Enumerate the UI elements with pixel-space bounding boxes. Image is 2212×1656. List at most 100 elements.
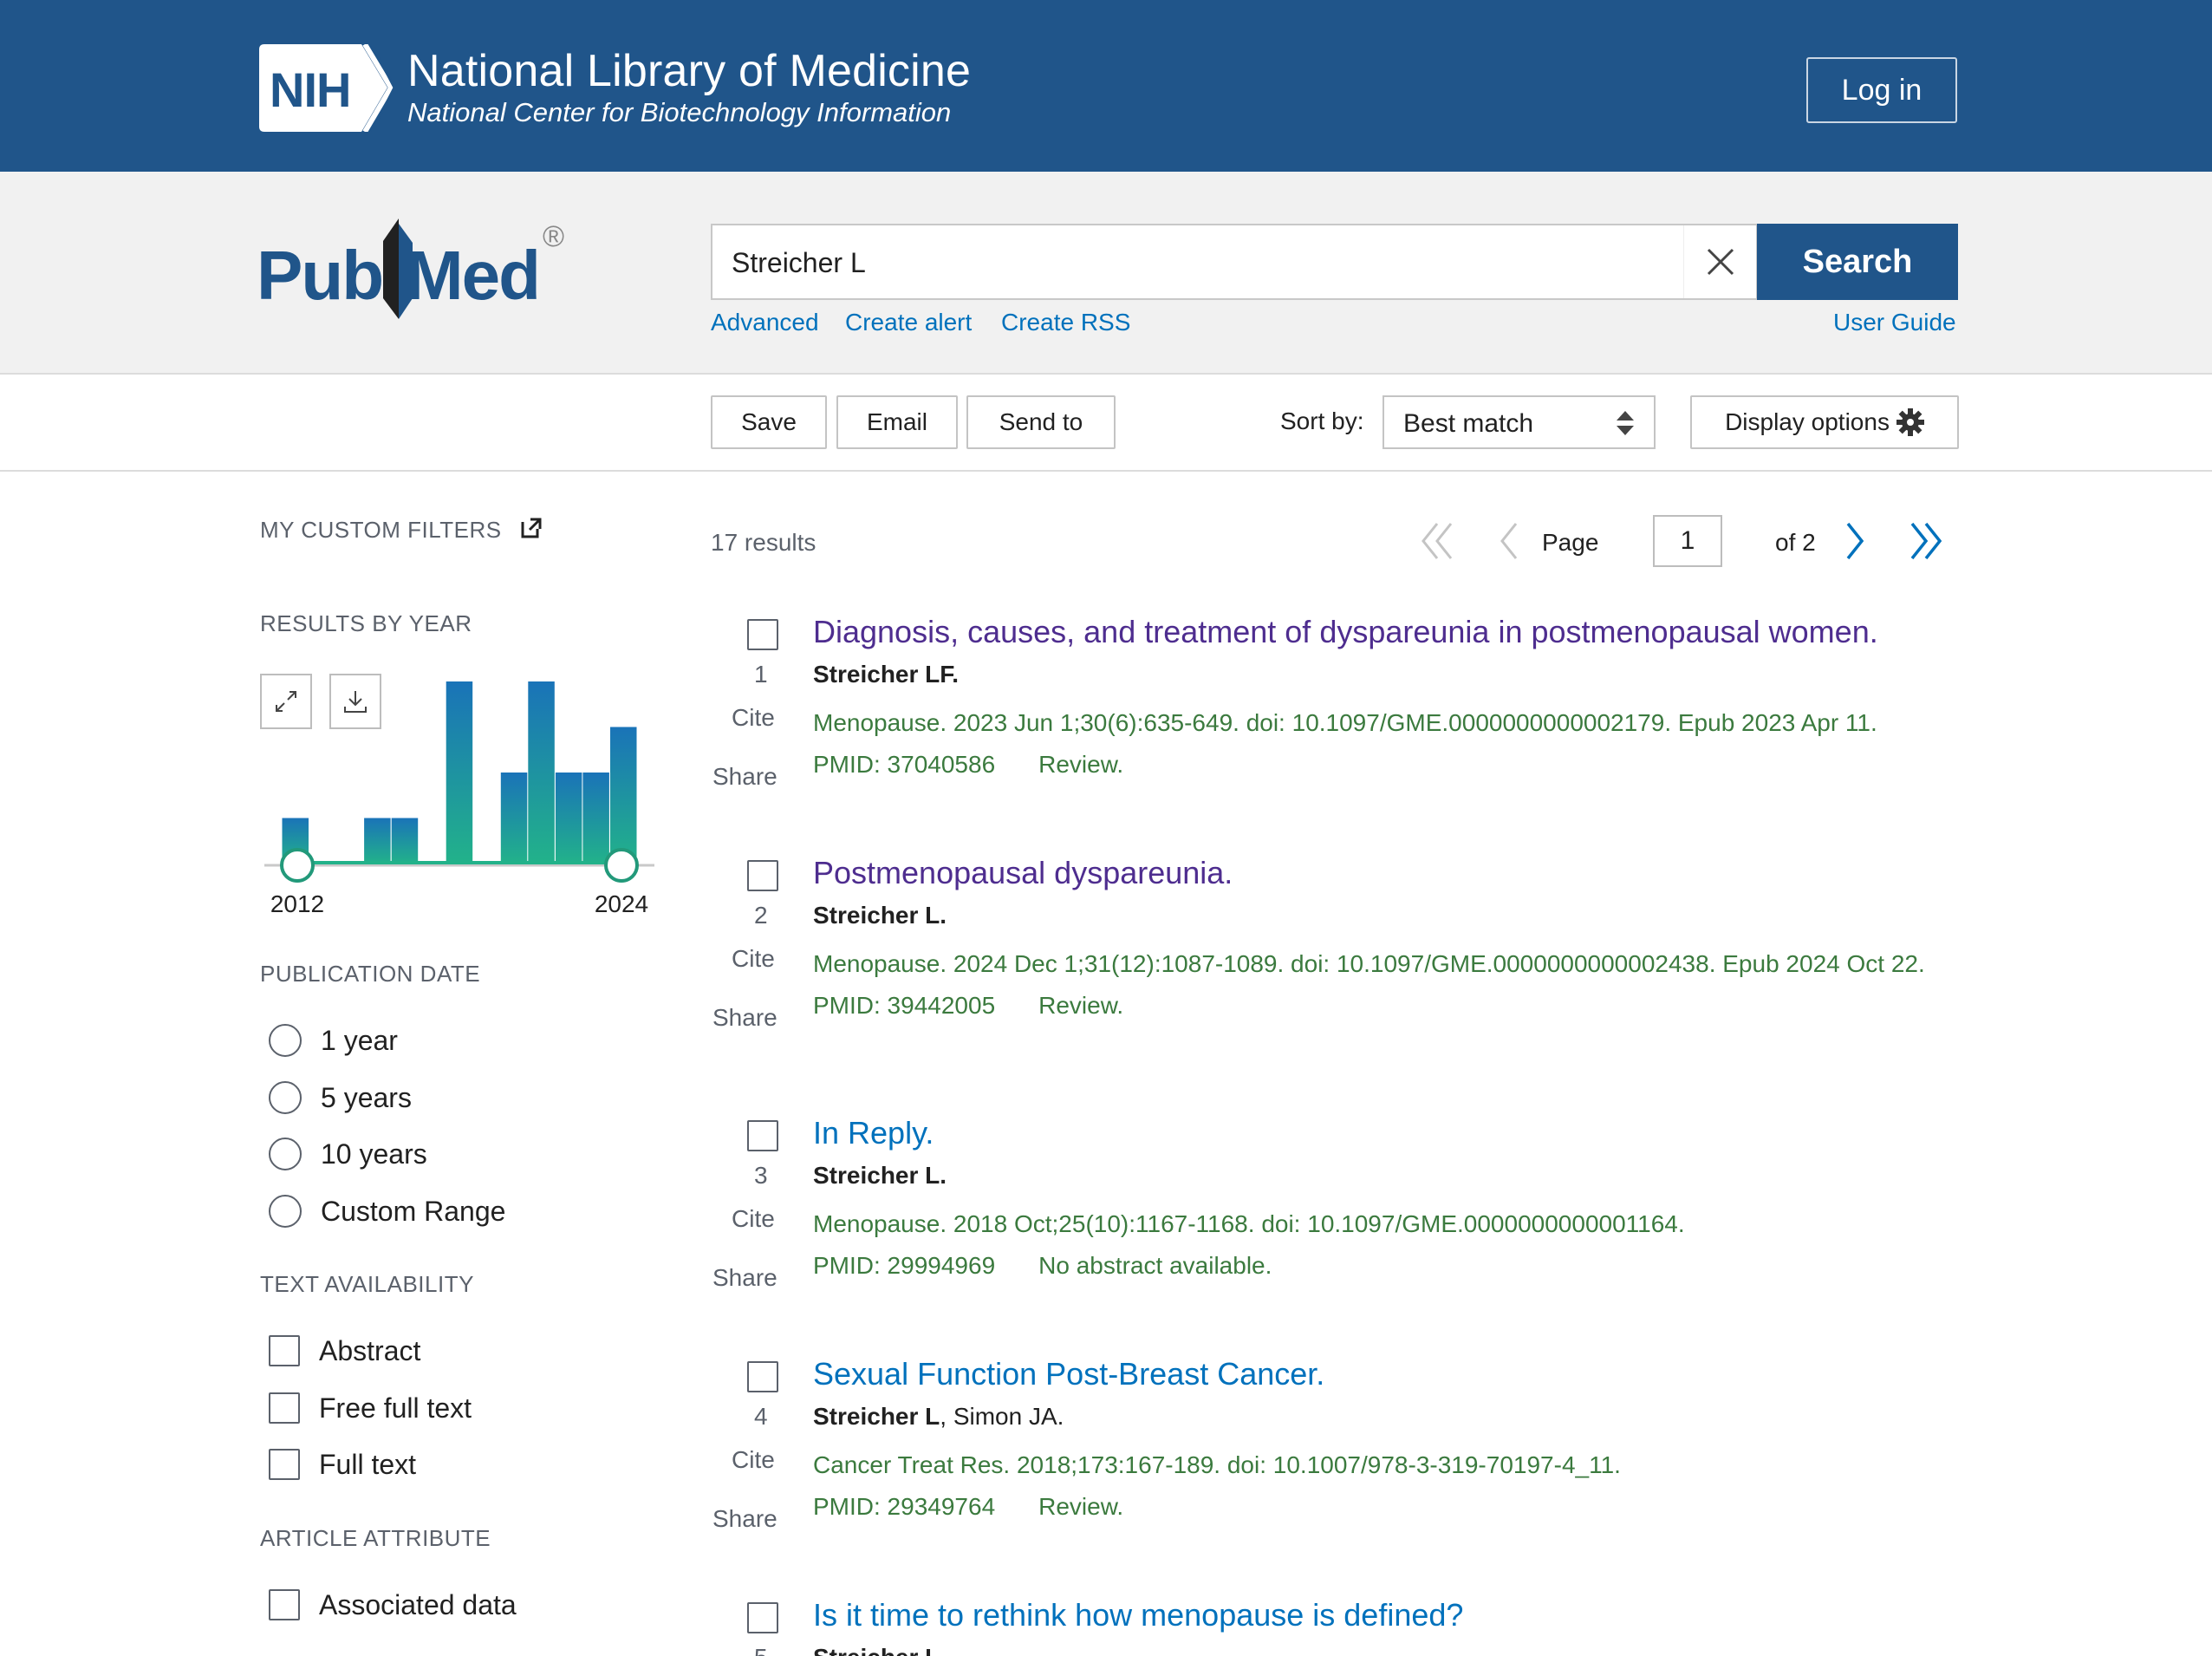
next-page-icon[interactable] <box>1834 517 1877 565</box>
filter-label: 10 years <box>321 1138 427 1170</box>
checkbox-abstract[interactable] <box>269 1335 300 1366</box>
create-alert-link[interactable]: Create alert <box>845 309 972 336</box>
author-highlight: Streicher L. <box>813 902 947 929</box>
radio-custom-range[interactable] <box>269 1195 302 1228</box>
result-citation-block: Menopause. 2018 Oct;25(10):1167-1168. do… <box>813 1203 1966 1287</box>
result-type: Review. <box>1038 751 1124 778</box>
login-button[interactable]: Log in <box>1806 57 1957 123</box>
result-type: Review. <box>1038 992 1124 1019</box>
external-link-icon <box>521 518 542 538</box>
pubmed-logo-med: Med <box>406 237 541 314</box>
advanced-search-link[interactable]: Advanced <box>711 309 819 336</box>
timeline-bar[interactable] <box>364 818 391 864</box>
share-button[interactable]: Share <box>712 763 777 791</box>
filter-custom-range[interactable]: Custom Range <box>269 1192 505 1230</box>
radio-1-year[interactable] <box>269 1024 302 1057</box>
author-highlight: Streicher L <box>813 1403 940 1430</box>
save-button[interactable]: Save <box>711 395 827 449</box>
result-number: 2 <box>754 902 768 929</box>
clear-search-button[interactable] <box>1683 225 1757 298</box>
create-rss-link[interactable]: Create RSS <box>1001 309 1130 336</box>
cite-button[interactable]: Cite <box>732 1446 775 1474</box>
search-button[interactable]: Search <box>1757 224 1958 300</box>
page-label: Page <box>1542 529 1599 556</box>
timeline-start-handle[interactable] <box>280 848 315 883</box>
user-guide-link[interactable]: User Guide <box>1833 309 1956 336</box>
author-highlight: Streicher L. <box>813 1644 947 1656</box>
result-checkbox[interactable] <box>747 860 778 891</box>
filter-abstract[interactable]: Abstract <box>269 1332 420 1370</box>
timeline-bar[interactable] <box>582 773 609 864</box>
text-availability-heading: TEXT AVAILABILITY <box>260 1271 474 1297</box>
page-total: of 2 <box>1775 529 1816 556</box>
checkbox-full-text[interactable] <box>269 1449 300 1480</box>
result-authors: Streicher L, Simon JA. <box>813 1403 1064 1431</box>
cite-button[interactable]: Cite <box>732 1205 775 1233</box>
first-page-icon[interactable] <box>1416 517 1460 565</box>
checkbox-free-full-text[interactable] <box>269 1392 300 1424</box>
result-title-link[interactable]: Sexual Function Post-Breast Cancer. <box>813 1356 1324 1392</box>
cite-button[interactable]: Cite <box>732 704 775 732</box>
radio-10-years[interactable] <box>269 1138 302 1170</box>
filter-full-text[interactable]: Full text <box>269 1445 416 1483</box>
last-page-icon[interactable] <box>1903 517 1947 565</box>
result-pmid: PMID: 29994969 <box>813 1252 996 1279</box>
filter-10-years[interactable]: 10 years <box>269 1135 427 1173</box>
timeline-bar[interactable] <box>446 681 473 864</box>
filter-5-years[interactable]: 5 years <box>269 1079 412 1117</box>
radio-5-years[interactable] <box>269 1081 302 1114</box>
share-button[interactable]: Share <box>712 1264 777 1292</box>
result-citation: Menopause. 2024 Dec 1;31(12):1087-1089. … <box>813 950 1925 977</box>
timeline-bar[interactable] <box>500 773 528 864</box>
result-citation: Menopause. 2023 Jun 1;30(6):635-649. doi… <box>813 709 1877 736</box>
result-citation: Menopause. 2018 Oct;25(10):1167-1168. do… <box>813 1210 1685 1237</box>
email-button[interactable]: Email <box>836 395 958 449</box>
timeline-end-handle[interactable] <box>604 848 639 883</box>
filter-associated-data[interactable]: Associated data <box>269 1586 517 1624</box>
result-title-link[interactable]: In Reply. <box>813 1115 934 1151</box>
share-button[interactable]: Share <box>712 1004 777 1032</box>
search-result: 4 Cite Share Sexual Function Post-Breast… <box>711 1356 1959 1552</box>
page-number-input[interactable] <box>1653 515 1722 567</box>
search-result: 2 Cite Share Postmenopausal dyspareunia.… <box>711 855 1959 1077</box>
result-checkbox[interactable] <box>747 619 778 650</box>
timeline-bar[interactable] <box>391 818 419 864</box>
author-highlight: Streicher LF. <box>813 661 960 688</box>
author-rest: , Simon JA. <box>940 1403 1064 1430</box>
result-citation-block: Menopause. 2023 Jun 1;30(6):635-649. doi… <box>813 702 1966 786</box>
result-type: No abstract available. <box>1038 1252 1272 1279</box>
results-count: 17 results <box>711 529 816 556</box>
filter-free-full-text[interactable]: Free full text <box>269 1389 472 1427</box>
publication-date-heading: PUBLICATION DATE <box>260 961 481 987</box>
timeline-bar[interactable] <box>528 681 555 864</box>
result-authors: Streicher LF. <box>813 661 959 688</box>
result-title-link[interactable]: Postmenopausal dyspareunia. <box>813 855 1233 891</box>
result-number: 1 <box>754 661 768 688</box>
result-title-link[interactable]: Diagnosis, causes, and treatment of dysp… <box>813 614 1878 650</box>
my-custom-filters-label: MY CUSTOM FILTERS <box>260 517 502 543</box>
result-checkbox[interactable] <box>747 1361 778 1392</box>
result-number: 5 <box>754 1644 768 1656</box>
previous-page-icon[interactable] <box>1487 517 1530 565</box>
filter-label: Custom Range <box>321 1195 506 1227</box>
results-by-year-chart[interactable]: 2012 2024 <box>260 676 659 928</box>
filter-1-year[interactable]: 1 year <box>269 1021 398 1059</box>
checkbox-associated-data[interactable] <box>269 1589 300 1620</box>
my-custom-filters-heading[interactable]: MY CUSTOM FILTERS <box>260 517 543 544</box>
result-title-link[interactable]: Is it time to rethink how menopause is d… <box>813 1602 1463 1633</box>
timeline-bar[interactable] <box>555 773 582 864</box>
nih-logo[interactable]: NIH <box>259 42 396 134</box>
timeline-bar[interactable] <box>610 727 637 864</box>
sort-select[interactable]: Best match <box>1382 395 1656 449</box>
send-to-button[interactable]: Send to <box>966 395 1116 449</box>
result-citation-block: Cancer Treat Res. 2018;173:167-189. doi:… <box>813 1444 1966 1528</box>
timeline-start-year: 2012 <box>270 890 324 917</box>
cite-button[interactable]: Cite <box>732 945 775 973</box>
display-options-button[interactable]: Display options <box>1690 395 1959 449</box>
result-checkbox[interactable] <box>747 1602 778 1633</box>
search-input[interactable] <box>730 225 1669 300</box>
share-button[interactable]: Share <box>712 1505 777 1533</box>
nlm-title[interactable]: National Library of Medicine <box>407 45 971 97</box>
pubmed-logo[interactable]: Pub Med ® <box>257 215 577 323</box>
result-checkbox[interactable] <box>747 1120 778 1151</box>
